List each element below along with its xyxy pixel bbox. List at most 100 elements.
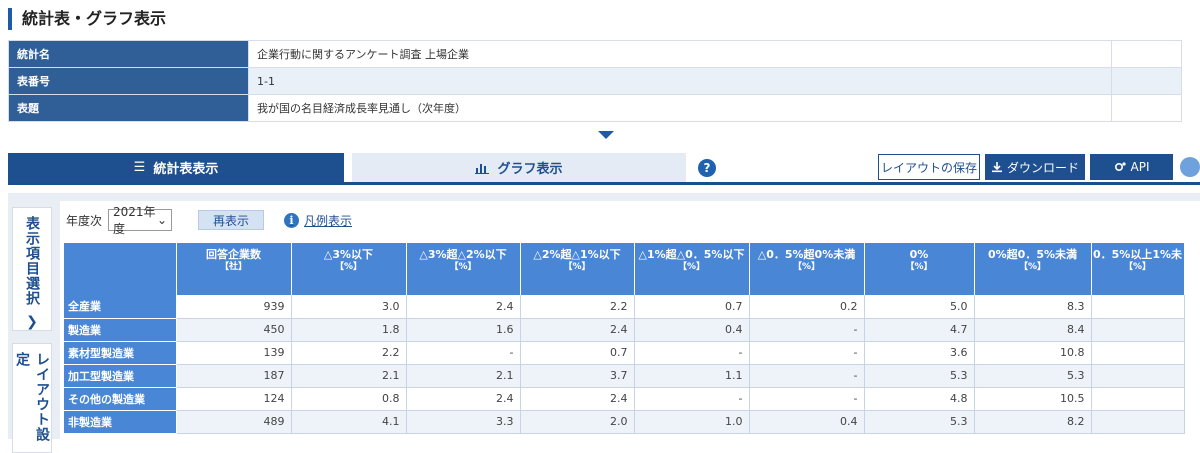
table-cell: 1.6 (406, 318, 521, 342)
table-cell: 2.1 (406, 364, 521, 388)
table-cell: 5.3 (864, 410, 975, 434)
chevron-down-icon: ⌄ (156, 213, 168, 227)
row-header: 全産業 (64, 295, 177, 319)
refresh-button[interactable]: 再表示 (198, 210, 265, 230)
table-list-icon: ☰ (133, 160, 146, 175)
table-cell: 0.4 (634, 318, 750, 342)
table-cell: 10.5 (974, 387, 1092, 411)
column-header: 回答企業数 【社】 (176, 243, 292, 295)
table-row: 製造業 450 1.8 1.6 2.4 0.4-4.7 8.4 (64, 318, 1185, 342)
info-spacer (1111, 94, 1182, 122)
table-cell: 1.8 (291, 318, 407, 342)
gears-icon (1114, 162, 1126, 172)
table-cell: 3.3 (406, 410, 521, 434)
tab-table-label: 統計表表示 (153, 162, 219, 177)
table-cell: 0.7 (520, 341, 635, 365)
column-header: △2%超△1%以下 【%】 (520, 243, 635, 295)
table-cell: 2.4 (520, 318, 635, 342)
info-label: 表題 (8, 94, 249, 122)
chevron-right-icon: ❯ (26, 314, 38, 330)
table-cell (1091, 318, 1185, 342)
table-row: 非製造業 489 4.1 3.3 2.0 1.0 0.4 5.3 8.2 (64, 410, 1185, 434)
view-tabbar: ☰ 統計表表示 グラフ表示 ? レイアウトの保存 ダウンロード API (8, 153, 1200, 185)
table-cell: 139 (176, 341, 292, 365)
download-label: ダウンロード (1006, 160, 1079, 175)
table-row: 素材型製造業 139 2.2-0.7- -3.6 10.8 (64, 341, 1185, 365)
column-header: 0% 【%】 (864, 243, 975, 295)
help-icon[interactable]: ? (698, 159, 716, 177)
info-value: 1-1 (248, 67, 1112, 95)
year-select-value: 2021年度 (113, 205, 156, 236)
table-cell: 5.0 (864, 295, 975, 319)
column-header: △3%超△2%以下 【%】 (406, 243, 521, 295)
table-cell: 2.4 (406, 295, 521, 319)
side-tab-layout-settings[interactable]: レイアウト設定 (12, 343, 52, 453)
tab-graph-view[interactable]: グラフ表示 (352, 153, 686, 182)
table-cell: 0.8 (291, 387, 407, 411)
table-cell: 124 (176, 387, 292, 411)
api-label: API (1130, 160, 1150, 174)
side-tab-item-select[interactable]: 表示項目選択 ❯ (12, 207, 52, 331)
table-cell: 5.3 (974, 364, 1092, 388)
page-title: 統計表・グラフ表示 (8, 8, 166, 30)
tab-table-view[interactable]: ☰ 統計表表示 (8, 153, 344, 182)
table-row: 加工型製造業 187 2.1 2.1 3.7 1.1-5.3 5.3 (64, 364, 1185, 388)
table-cell: 2.2 (291, 341, 407, 365)
table-cell: 0.7 (634, 295, 750, 319)
corner-cell (64, 243, 177, 295)
table-cell: - (406, 341, 521, 365)
bar-chart-icon (475, 163, 490, 174)
download-icon (991, 162, 1002, 173)
info-value: 我が国の名目経済成長率見通し（次年度） (248, 94, 1112, 122)
table-cell: 4.8 (864, 387, 975, 411)
table-cell: 489 (176, 410, 292, 434)
table-cell: 2.1 (291, 364, 407, 388)
table-cell: - (634, 387, 750, 411)
row-header: 製造業 (64, 318, 177, 342)
table-cell (1091, 410, 1185, 434)
column-header: 0．5%以上1%未 【%】 (1091, 243, 1185, 295)
table-cell (1091, 341, 1185, 365)
table-cell (1091, 364, 1185, 388)
table-controls: 年度次 2021年度 ⌄ 再表示 i 凡例表示 (66, 205, 352, 236)
year-label: 年度次 (66, 213, 103, 228)
row-header: 非製造業 (64, 410, 177, 434)
table-row: その他の製造業 124 0.8 2.4 2.4- -4.8 10.5 (64, 387, 1185, 411)
legend-label: 凡例表示 (304, 213, 353, 228)
column-header: △0．5%超0%未満 【%】 (749, 243, 865, 295)
statistics-table: 回答企業数 【社】 △3%以下 【%】 △3%超△2%以下 【%】 △2%超△1%以下… (64, 243, 1185, 434)
table-cell: 0.4 (749, 410, 865, 434)
info-label: 統計名 (8, 40, 249, 68)
table-cell: 187 (176, 364, 292, 388)
table-cell: 8.4 (974, 318, 1092, 342)
table-cell (1091, 295, 1185, 319)
table-cell: 939 (176, 295, 292, 319)
table-cell: 3.7 (520, 364, 635, 388)
tab-graph-label: グラフ表示 (497, 162, 563, 177)
table-cell: 2.4 (406, 387, 521, 411)
table-cell: - (634, 341, 750, 365)
api-button[interactable]: API (1090, 154, 1173, 180)
table-cell: 2.4 (520, 387, 635, 411)
legend-link[interactable]: i 凡例表示 (284, 212, 352, 229)
table-cell: 8.2 (974, 410, 1092, 434)
info-value: 企業行動に関するアンケート調査 上場企業 (248, 40, 1112, 68)
row-header: その他の製造業 (64, 387, 177, 411)
info-label: 表番号 (8, 67, 249, 95)
expand-arrow-icon[interactable] (598, 131, 614, 139)
table-cell: 1.0 (634, 410, 750, 434)
table-cell: 2.2 (520, 295, 635, 319)
download-button[interactable]: ダウンロード (985, 154, 1085, 180)
table-cell: 0.2 (749, 295, 865, 319)
table-row: 全産業 939 3.0 2.4 2.2 0.7 0.2 5.0 8.3 (64, 295, 1185, 319)
fullscreen-icon[interactable] (1180, 157, 1200, 177)
row-header: 素材型製造業 (64, 341, 177, 365)
table-cell: 8.3 (974, 295, 1092, 319)
layout-save-button[interactable]: レイアウトの保存 (878, 154, 980, 180)
table-cell: 450 (176, 318, 292, 342)
year-select[interactable]: 2021年度 ⌄ (108, 205, 173, 236)
table-cell: 10.8 (974, 341, 1092, 365)
table-cell: 4.7 (864, 318, 975, 342)
side-tab-layout-label: レイアウト設定 (14, 352, 50, 442)
column-header: △3%以下 【%】 (291, 243, 407, 295)
